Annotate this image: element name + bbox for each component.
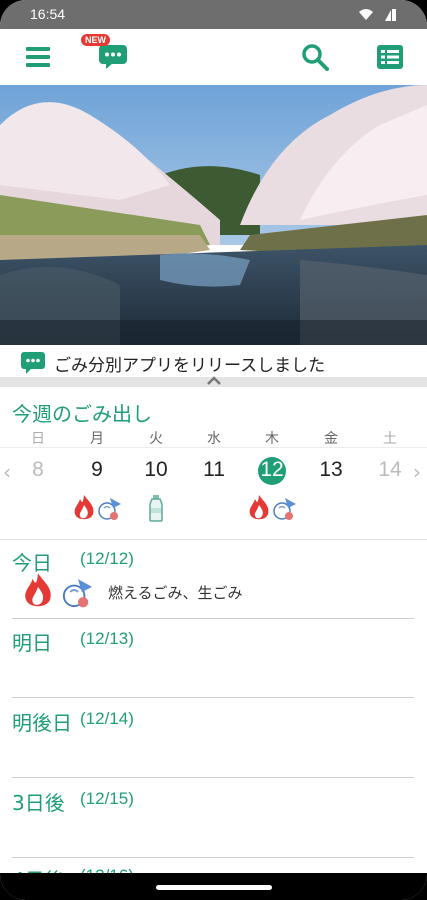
divider — [12, 618, 414, 619]
weekday-label: 木 — [265, 431, 279, 447]
weekday-label: 金 — [324, 431, 338, 447]
date-cell[interactable]: 10 — [136, 458, 176, 482]
cherry-blossom-river-banner-image[interactable] — [0, 85, 427, 345]
weekday-label: 土 — [383, 431, 397, 447]
kitchen-waste-icon — [62, 579, 93, 608]
day-date: (12/14) — [80, 709, 134, 728]
wifi-signal-battery-icon — [359, 9, 396, 21]
pet-bottle-icon — [149, 495, 163, 522]
home-gesture-handle[interactable] — [156, 885, 272, 890]
previous-week-arrow-icon[interactable]: ‹ — [3, 460, 11, 484]
day-date: (12/12) — [80, 549, 134, 568]
app-bar: NEW — [0, 29, 427, 85]
day-date: (12/13) — [80, 629, 134, 648]
announcement-text: ごみ分別アプリをリリースしました — [54, 356, 326, 376]
search-icon — [302, 44, 329, 71]
chevron-up-icon[interactable] — [205, 373, 223, 387]
garbage-types-today: 燃えるごみ、生ごみ — [108, 584, 243, 602]
weekday-label: 水 — [207, 431, 221, 447]
new-badge: NEW — [81, 34, 110, 46]
date-cell[interactable]: 14 — [370, 458, 410, 482]
list-view-button[interactable] — [372, 39, 408, 75]
status-bar: 16:54 — [0, 0, 427, 29]
date-cell[interactable]: 8 — [18, 458, 58, 482]
kitchen-waste-icon — [98, 498, 121, 520]
hamburger-menu-icon — [26, 47, 50, 67]
menu-button[interactable] — [20, 39, 56, 75]
chat-bubble-icon — [21, 352, 45, 374]
weekday-label: 月 — [90, 431, 104, 447]
burnable-fire-icon — [74, 495, 94, 520]
weekday-header: 日 月 火 水 木 金 土 — [0, 428, 427, 448]
date-cell-today[interactable]: 12 — [252, 458, 292, 482]
day-label: 明日 — [12, 631, 52, 655]
date-cell[interactable]: 11 — [194, 458, 234, 482]
weekday-label: 日 — [31, 431, 45, 447]
day-date: (12/15) — [80, 789, 134, 808]
burnable-fire-icon — [25, 573, 51, 607]
app-screen: 16:54 NEW ごみ分別アプリをリリースしました 今週のごみ出し 日 月 火… — [0, 0, 427, 900]
status-time: 16:54 — [30, 6, 66, 22]
search-button[interactable] — [297, 39, 333, 75]
chat-bubble-icon — [99, 45, 127, 69]
divider — [12, 777, 414, 778]
date-cell[interactable]: 9 — [77, 458, 117, 482]
day-label: 3日後 — [12, 791, 65, 815]
list-icon — [377, 45, 403, 69]
burnable-fire-icon — [249, 495, 269, 520]
day-label: 明後日 — [12, 711, 72, 735]
date-cell[interactable]: 13 — [311, 458, 351, 482]
weekday-label: 火 — [149, 431, 163, 447]
divider — [12, 697, 414, 698]
next-week-arrow-icon[interactable]: › — [413, 460, 421, 484]
week-schedule-title: 今週のごみ出し — [12, 402, 152, 426]
kitchen-waste-icon — [273, 498, 296, 520]
divider — [12, 857, 414, 858]
